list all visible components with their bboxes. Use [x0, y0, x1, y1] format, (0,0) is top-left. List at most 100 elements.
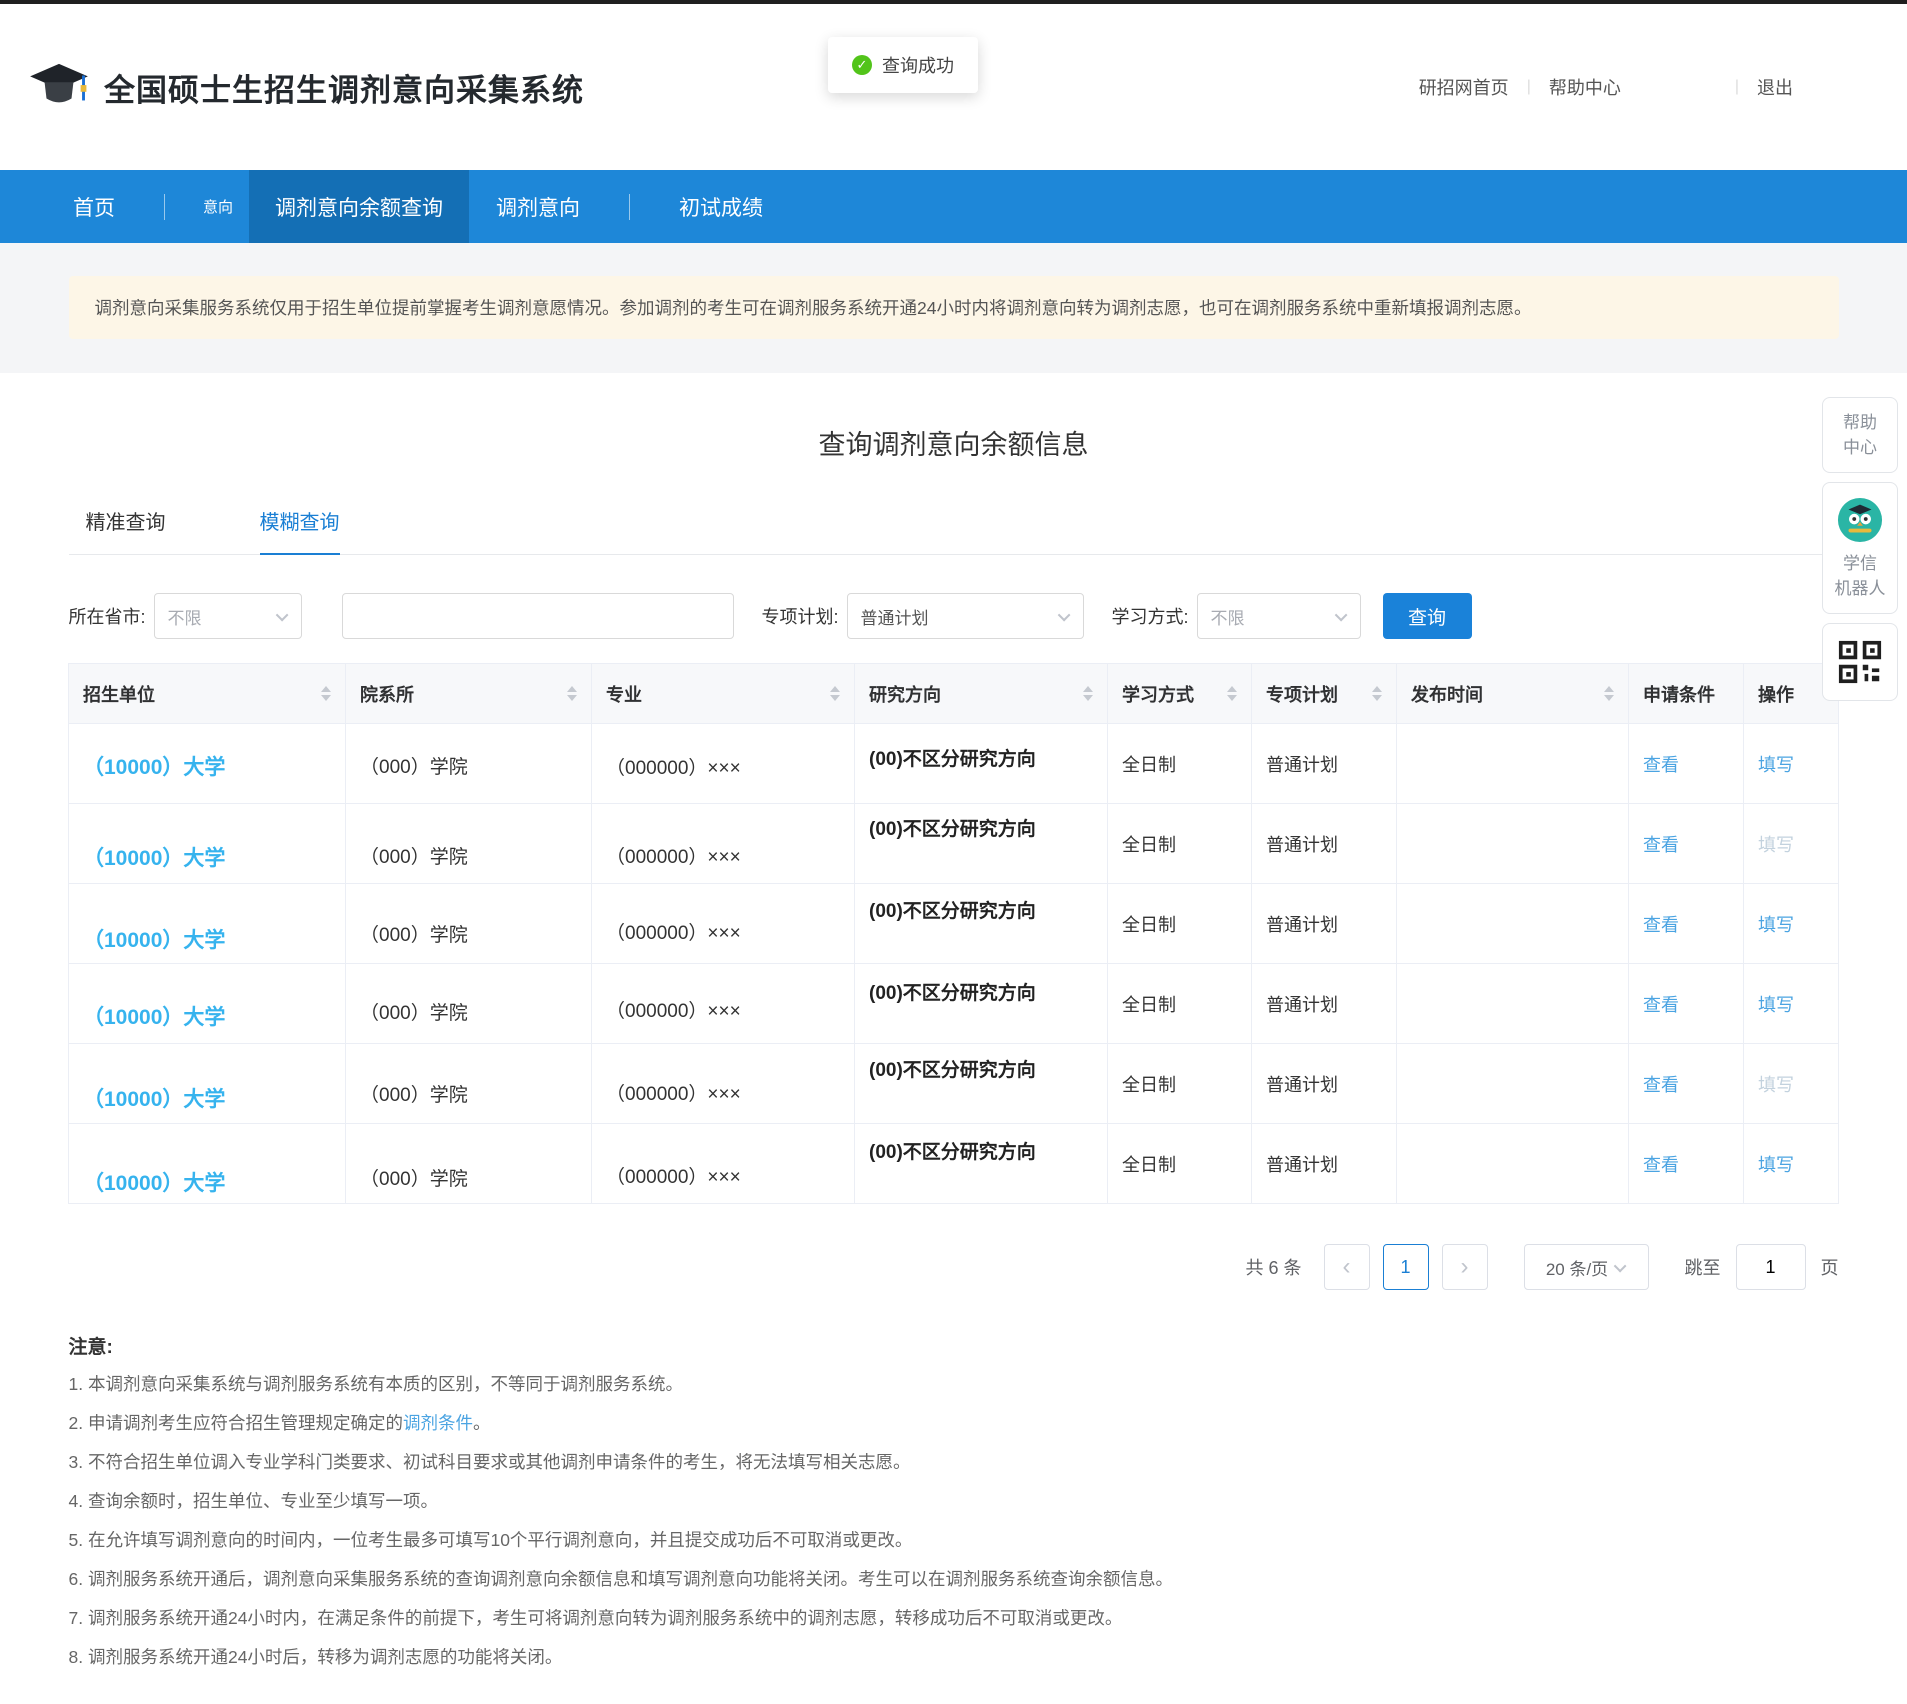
note-line: 1. 本调剂意向采集系统与调剂服务系统有本质的区别，不等同于调剂服务系统。 [69, 1371, 1839, 1396]
table-row: （10000）大学 （000）学院 （000000）××× (00)不区分研究方… [69, 804, 1839, 884]
total-count: 共 6 条 [1245, 1254, 1301, 1280]
direction-cell: (00)不区分研究方向 [869, 819, 1036, 840]
plan-cell: 普通计划 [1266, 1155, 1338, 1175]
note-line: 7. 调剂服务系统开通24小时内，在满足条件的前提下，考生可将调剂意向转为调剂服… [69, 1605, 1839, 1630]
study-mode-cell: 全日制 [1122, 915, 1176, 935]
view-condition-link[interactable]: 查看 [1643, 1155, 1679, 1175]
col-header-publish-time[interactable]: 发布时间 [1397, 664, 1629, 724]
site-title: 全国硕士生招生调剂意向采集系统 [104, 65, 584, 110]
view-condition-link[interactable]: 查看 [1643, 755, 1679, 775]
chevron-down-icon [1057, 608, 1070, 621]
sort-icon[interactable] [567, 686, 577, 701]
fill-intention-link[interactable]: 填写 [1758, 995, 1794, 1015]
major-cell: （000000）××× [606, 1084, 741, 1105]
sort-icon[interactable] [1604, 686, 1614, 701]
unit-link[interactable]: （10000）大学 [83, 1172, 225, 1195]
nav-item-chushi-chengji[interactable]: 初试成绩 [652, 170, 790, 243]
unit-link[interactable]: （10000）大学 [83, 756, 225, 779]
sort-icon[interactable] [830, 686, 840, 701]
table-row: （10000）大学 （000）学院 （000000）××× (00)不区分研究方… [69, 724, 1839, 804]
col-header-study-mode[interactable]: 学习方式 [1108, 664, 1252, 724]
nav-item-home[interactable]: 首页 [46, 170, 142, 243]
study-mode-cell: 全日制 [1122, 755, 1176, 775]
chevron-down-icon [1334, 608, 1347, 621]
sort-icon[interactable] [1083, 686, 1093, 701]
pagination: 共 6 条 ‹ 1 › 20 条/页 跳至 页 [69, 1244, 1839, 1290]
graduation-cap-logo-icon [28, 62, 90, 112]
unit-keyword-input[interactable] [342, 593, 734, 639]
sort-icon[interactable] [321, 686, 331, 701]
col-header-major[interactable]: 专业 [592, 664, 855, 724]
qr-code-button[interactable] [1822, 623, 1898, 701]
department-cell: （000）学院 [360, 757, 468, 778]
unit-link[interactable]: （10000）大学 [83, 1088, 225, 1111]
study-mode-cell: 全日制 [1122, 835, 1176, 855]
chevron-left-icon: ‹ [1343, 1253, 1351, 1281]
fill-intention-link[interactable]: 填写 [1758, 1155, 1794, 1175]
direction-cell: (00)不区分研究方向 [869, 983, 1036, 1004]
col-header-department[interactable]: 院系所 [346, 664, 592, 724]
note-line: 8. 调剂服务系统开通24小时后，转移为调剂志愿的功能将关闭。 [69, 1644, 1839, 1669]
nav-item-tiaoji-yixiang[interactable]: 调剂意向 [469, 170, 607, 243]
header-separator: | [1735, 78, 1739, 96]
jump-suffix: 页 [1821, 1254, 1839, 1280]
note-line: 5. 在允许填写调剂意向的时间内，一位考生最多可填写10个平行调剂意向，并且提交… [69, 1527, 1839, 1552]
col-header-plan[interactable]: 专项计划 [1252, 664, 1397, 724]
note-line: 6. 调剂服务系统开通后，调剂意向采集服务系统的查询调剂意向余额信息和填写调剂意… [69, 1566, 1839, 1591]
success-check-icon: ✓ [852, 55, 872, 75]
tab-fuzzy-query[interactable]: 模糊查询 [260, 506, 340, 555]
tab-precise-query[interactable]: 精准查询 [86, 506, 166, 554]
col-header-direction[interactable]: 研究方向 [855, 664, 1108, 724]
unit-link[interactable]: （10000）大学 [83, 847, 225, 870]
view-condition-link[interactable]: 查看 [1643, 995, 1679, 1015]
table-header-row: 招生单位 院系所 专业 研究方向 学习方式 专项计划 发布时间 申请条件 操作 [69, 664, 1839, 724]
link-yanzhao-home[interactable]: 研招网首页 [1419, 74, 1509, 100]
sort-icon[interactable] [1227, 686, 1237, 701]
study-mode-cell: 全日制 [1122, 1075, 1176, 1095]
fill-intention-link[interactable]: 填写 [1758, 755, 1794, 775]
link-help-center[interactable]: 帮助中心 [1549, 74, 1621, 100]
fill-intention-link[interactable]: 填写 [1758, 915, 1794, 935]
page-number-button[interactable]: 1 [1383, 1244, 1429, 1290]
help-center-button[interactable]: 帮助 中心 [1822, 397, 1898, 473]
table-row: （10000）大学 （000）学院 （000000）××× (00)不区分研究方… [69, 884, 1839, 964]
xuexin-robot-button[interactable]: 学信 机器人 [1822, 482, 1898, 614]
nav-item-balance-query[interactable]: 调剂意向余额查询 [249, 170, 469, 243]
col-header-unit[interactable]: 招生单位 [69, 664, 346, 724]
direction-cell: (00)不区分研究方向 [869, 1142, 1036, 1163]
notice-band: 调剂意向采集服务系统仅用于招生单位提前掌握考生调剂意愿情况。参加调剂的考生可在调… [0, 243, 1907, 373]
nav-divider [629, 194, 630, 220]
province-select[interactable]: 不限 [154, 593, 302, 639]
robot-avatar-icon [1837, 497, 1883, 543]
tiaoji-condition-link[interactable]: 调剂条件 [403, 1413, 473, 1433]
prev-page-button[interactable]: ‹ [1324, 1244, 1370, 1290]
nav-item-yixiang[interactable]: 意向 [187, 170, 249, 243]
major-cell: （000000）××× [606, 758, 741, 779]
unit-link[interactable]: （10000）大学 [83, 1006, 225, 1029]
page-size-value: 20 条/页 [1546, 1255, 1608, 1280]
view-condition-link[interactable]: 查看 [1643, 915, 1679, 935]
study-mode-select[interactable]: 不限 [1197, 593, 1361, 639]
chevron-down-icon [275, 608, 288, 621]
special-plan-select[interactable]: 普通计划 [847, 593, 1084, 639]
direction-cell: (00)不区分研究方向 [869, 749, 1036, 770]
next-page-button[interactable]: › [1442, 1244, 1488, 1290]
link-logout[interactable]: 退出 [1757, 74, 1793, 100]
jump-page-input[interactable] [1736, 1244, 1806, 1290]
plan-cell: 普通计划 [1266, 835, 1338, 855]
filter-form: 所在省市: 不限 专项计划: 普通计划 学习方式: 不限 查询 [69, 593, 1839, 639]
unit-link[interactable]: （10000）大学 [83, 929, 225, 952]
search-button[interactable]: 查询 [1383, 593, 1472, 639]
study-mode-label: 学习方式: [1112, 603, 1189, 629]
plan-cell: 普通计划 [1266, 995, 1338, 1015]
sort-icon[interactable] [1372, 686, 1382, 701]
floating-panel: 帮助 中心 学信 机器人 [1822, 397, 1898, 701]
view-condition-link[interactable]: 查看 [1643, 1075, 1679, 1095]
jump-label: 跳至 [1685, 1254, 1721, 1280]
page-size-select[interactable]: 20 条/页 [1524, 1244, 1649, 1290]
view-condition-link[interactable]: 查看 [1643, 835, 1679, 855]
special-plan-label: 专项计划: [762, 603, 839, 629]
success-toast: ✓ 查询成功 [828, 37, 978, 93]
query-tabs: 精准查询 模糊查询 [69, 506, 1839, 555]
balance-table: 招生单位 院系所 专业 研究方向 学习方式 专项计划 发布时间 申请条件 操作 … [68, 663, 1839, 1204]
